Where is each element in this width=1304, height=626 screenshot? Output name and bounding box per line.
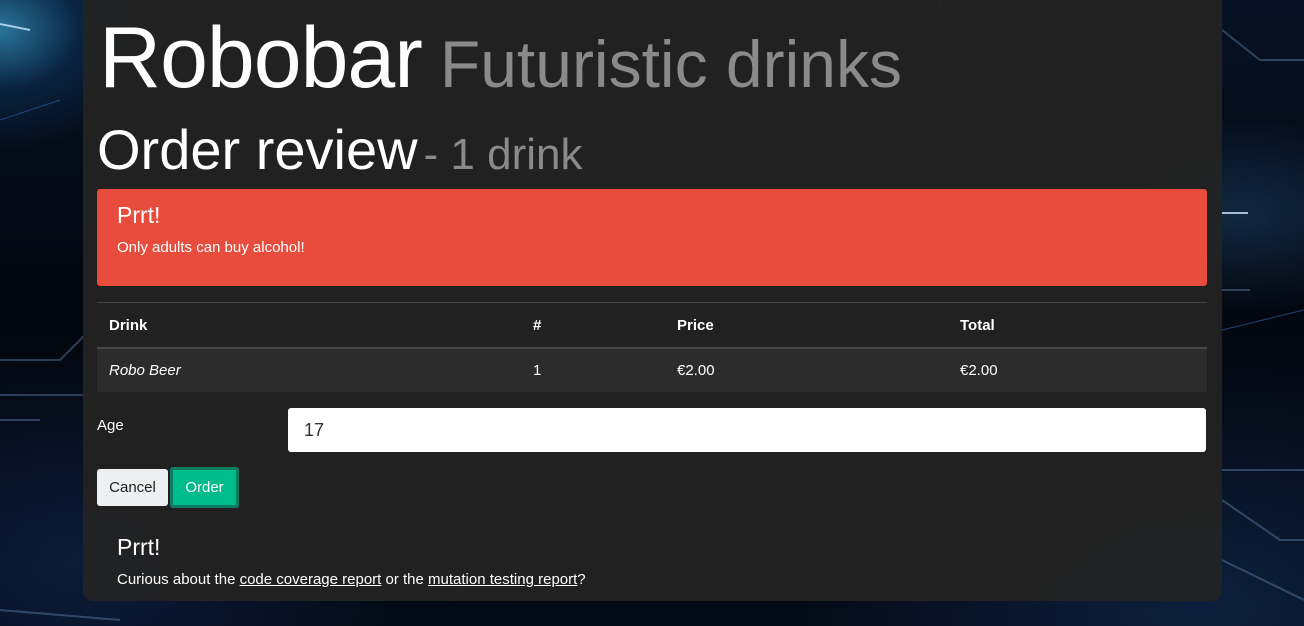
mutation-testing-link[interactable]: mutation testing report bbox=[428, 571, 577, 588]
order-button[interactable]: Order bbox=[170, 467, 239, 508]
alert-title: Prrt! bbox=[117, 202, 161, 228]
footer-text: Curious about the code coverage report o… bbox=[117, 571, 586, 588]
column-header-total: Total bbox=[948, 302, 1207, 349]
error-alert: Prrt! Only adults can buy alcohol! bbox=[97, 189, 1207, 286]
drink-name-cell: Robo Beer bbox=[97, 348, 521, 392]
total-cell: €2.00 bbox=[948, 348, 1207, 392]
brand-name: Robobar bbox=[99, 10, 423, 106]
alert-message: Only adults can buy alcohol! bbox=[117, 239, 305, 256]
column-header-price: Price bbox=[665, 302, 948, 349]
table-row: Robo Beer 1 €2.00 €2.00 bbox=[97, 348, 1207, 392]
age-label: Age bbox=[97, 417, 124, 434]
cancel-button[interactable]: Cancel bbox=[97, 469, 168, 506]
price-cell: €2.00 bbox=[665, 348, 948, 392]
brand-heading: Robobar Futuristic drinks bbox=[99, 4, 902, 118]
column-header-drink: Drink bbox=[97, 302, 521, 349]
order-review-count: - 1 drink bbox=[423, 130, 583, 179]
footer-title: Prrt! bbox=[117, 534, 161, 560]
order-table: Drink # Price Total Robo Beer 1 €2.00 €2… bbox=[97, 302, 1207, 392]
order-review-title: Order review bbox=[97, 118, 418, 181]
column-header-quantity: # bbox=[521, 302, 665, 349]
footer-text-after: ? bbox=[577, 571, 586, 588]
order-review-heading: Order review - 1 drink bbox=[97, 118, 582, 187]
quantity-cell: 1 bbox=[521, 348, 665, 392]
footer-info: Prrt! Curious about the code coverage re… bbox=[117, 533, 586, 588]
brand-tagline: Futuristic drinks bbox=[439, 27, 902, 101]
table-header-row: Drink # Price Total bbox=[97, 302, 1207, 349]
code-coverage-link[interactable]: code coverage report bbox=[240, 571, 382, 588]
footer-text-before: Curious about the bbox=[117, 571, 240, 588]
age-input[interactable] bbox=[288, 408, 1206, 452]
main-container: Robobar Futuristic drinks Order review - 1… bbox=[83, 0, 1222, 601]
footer-text-middle: or the bbox=[381, 571, 429, 588]
